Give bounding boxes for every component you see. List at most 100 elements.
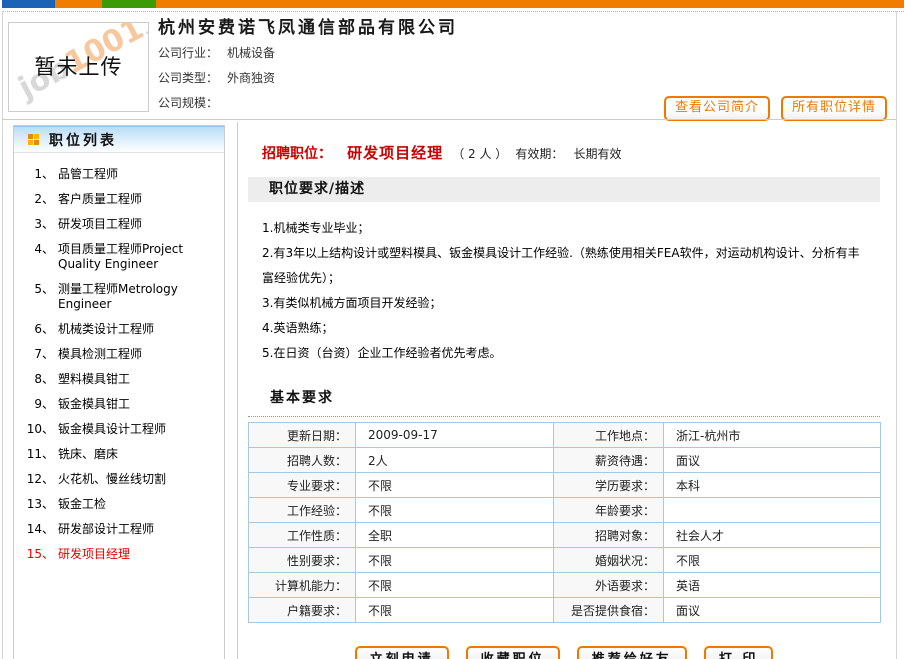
top-dotted-divider	[2, 11, 904, 12]
job-list: 1、品管工程师 2、客户质量工程师 3、研发项目工程师 4、项目质量工程师Pro…	[14, 153, 224, 567]
table-row: 工作性质： 全职 招聘对象： 社会人才	[249, 523, 881, 548]
apply-now-button[interactable]: 立刻申请	[355, 646, 449, 659]
description-line-5: 5.在日资（台资）企业工作经验者优先考虑。	[262, 341, 870, 366]
company-type-row: 公司类型：外商独资	[158, 70, 275, 95]
header-buttons: 查看公司简介 所有职位详情	[664, 96, 887, 121]
description-line-4: 4.英语熟练；	[262, 316, 870, 341]
job-nature-label: 工作性质：	[249, 523, 356, 548]
table-row: 招聘人数： 2人 薪资待遇： 面议	[249, 448, 881, 473]
company-industry-row: 公司行业： 机械设备	[158, 45, 275, 70]
foreign-language-label: 外语要求：	[554, 573, 664, 598]
work-location-value: 浙江-杭州市	[664, 423, 881, 448]
job-list-item-3[interactable]: 3、研发项目工程师	[14, 212, 224, 237]
job-list-title: 职位列表	[49, 130, 117, 150]
board-lodging-value: 面议	[664, 598, 881, 623]
job-header: 招聘职位： 研发项目经理 （ 2 人 ） 有效期： 长期有效	[248, 125, 880, 163]
company-logo-placeholder: job1001.com 暂未上传LOGO	[8, 22, 149, 112]
job-description: 1.机械类专业毕业； 2.有3年以上结构设计或塑料模具、钣金模具设计工作经验.（…	[248, 202, 880, 366]
company-industry-value: 机械设备	[227, 46, 275, 60]
computer-skill-value: 不限	[356, 573, 554, 598]
company-industry-label: 公司行业：	[158, 46, 218, 60]
table-row: 专业要求： 不限 学历要求： 本科	[249, 473, 881, 498]
recommend-to-friend-button[interactable]: 推荐给好友	[577, 646, 687, 659]
job-requirements-section-title: 职位要求/描述	[248, 177, 880, 202]
education-req-label: 学历要求：	[554, 473, 664, 498]
page-left-border	[2, 11, 3, 659]
update-date-value: 2009-09-17	[356, 423, 554, 448]
recruit-target-label: 招聘对象：	[554, 523, 664, 548]
table-row: 户籍要求： 不限 是否提供食宿： 面议	[249, 598, 881, 623]
job-list-header: 职位列表	[14, 126, 224, 153]
age-req-label: 年龄要求：	[554, 498, 664, 523]
job-title: 研发项目经理	[347, 144, 443, 162]
job-list-item-14[interactable]: 14、研发部设计工程师	[14, 517, 224, 542]
experience-req-value: 不限	[356, 498, 554, 523]
job-headcount: （ 2 人 ）	[452, 147, 507, 161]
all-jobs-detail-button[interactable]: 所有职位详情	[781, 96, 887, 121]
marital-status-label: 婚姻状况：	[554, 548, 664, 573]
job-list-item-4[interactable]: 4、项目质量工程师Project Quality Engineer	[14, 237, 224, 277]
job-list-item-6[interactable]: 6、机械类设计工程师	[14, 317, 224, 342]
validity-label: 有效期：	[515, 147, 563, 161]
job-list-item-10[interactable]: 10、钣金模具设计工程师	[14, 417, 224, 442]
board-lodging-label: 是否提供食宿：	[554, 598, 664, 623]
job-list-item-15-selected[interactable]: 15、研发项目经理	[14, 542, 224, 567]
company-name: 杭州安费诺飞凤通信部品有限公司	[158, 13, 458, 38]
job-list-item-5[interactable]: 5、测量工程师Metrology Engineer	[14, 277, 224, 317]
job-list-item-2[interactable]: 2、客户质量工程师	[14, 187, 224, 212]
salary-label: 薪资待遇：	[554, 448, 664, 473]
topbar-orange-segment-long	[156, 0, 904, 8]
headcount-value: 2人	[356, 448, 554, 473]
recruit-position-label: 招聘职位：	[262, 146, 332, 162]
description-line-3: 3.有类似机械方面项目开发经验；	[262, 291, 870, 316]
job-list-item-13[interactable]: 13、钣金工检	[14, 492, 224, 517]
topbar-blue-segment	[2, 0, 55, 8]
table-row: 性别要求： 不限 婚姻状况： 不限	[249, 548, 881, 573]
headcount-label: 招聘人数：	[249, 448, 356, 473]
top-color-bar	[2, 0, 904, 8]
job-detail-panel: 招聘职位： 研发项目经理 （ 2 人 ） 有效期： 长期有效 职位要求/描述 1…	[248, 125, 880, 659]
view-company-profile-button[interactable]: 查看公司简介	[664, 96, 770, 121]
education-req-value: 本科	[664, 473, 881, 498]
marital-status-value: 不限	[664, 548, 881, 573]
company-info: 公司行业： 机械设备 公司类型：外商独资 公司规模：	[158, 45, 275, 120]
company-type-value: 外商独资	[227, 71, 275, 85]
validity-value: 长期有效	[574, 147, 622, 161]
basic-requirements-title: 基本要求	[248, 387, 880, 417]
job-list-item-11[interactable]: 11、铣床、磨床	[14, 442, 224, 467]
job-list-item-1[interactable]: 1、品管工程师	[14, 162, 224, 187]
job-list-item-12[interactable]: 12、火花机、慢丝线切割	[14, 467, 224, 492]
grid-icon	[28, 134, 39, 145]
page: job1001.com 暂未上传LOGO 杭州安费诺飞凤通信部品有限公司 公司行…	[0, 0, 907, 659]
job-list-panel: 职位列表 1、品管工程师 2、客户质量工程师 3、研发项目工程师 4、项目质量工…	[13, 125, 225, 659]
computer-skill-label: 计算机能力：	[249, 573, 356, 598]
gender-req-value: 不限	[356, 548, 554, 573]
table-row: 计算机能力： 不限 外语要求： 英语	[249, 573, 881, 598]
basic-requirements-table: 更新日期： 2009-09-17 工作地点： 浙江-杭州市 招聘人数： 2人 薪…	[248, 422, 881, 623]
residency-req-value: 不限	[356, 598, 554, 623]
save-job-button[interactable]: 收藏职位	[466, 646, 560, 659]
foreign-language-value: 英语	[664, 573, 881, 598]
description-line-2: 2.有3年以上结构设计或塑料模具、钣金模具设计工作经验.（熟练使用相关FEA软件…	[262, 241, 870, 291]
salary-value: 面议	[664, 448, 881, 473]
major-req-label: 专业要求：	[249, 473, 356, 498]
job-nature-value: 全职	[356, 523, 554, 548]
action-buttons: 立刻申请 收藏职位 推荐给好友 打 印	[248, 646, 880, 659]
job-list-item-7[interactable]: 7、模具检测工程师	[14, 342, 224, 367]
job-list-item-9[interactable]: 9、钣金模具钳工	[14, 392, 224, 417]
work-location-label: 工作地点：	[554, 423, 664, 448]
update-date-label: 更新日期：	[249, 423, 356, 448]
residency-req-label: 户籍要求：	[249, 598, 356, 623]
topbar-green-segment	[102, 0, 156, 8]
company-size-row: 公司规模：	[158, 95, 275, 120]
logo-placeholder-text: 暂未上传LOGO	[9, 23, 148, 112]
recruit-target-value: 社会人才	[664, 523, 881, 548]
print-button[interactable]: 打 印	[704, 646, 774, 659]
description-line-1: 1.机械类专业毕业；	[262, 216, 870, 241]
experience-req-label: 工作经验：	[249, 498, 356, 523]
job-list-item-8[interactable]: 8、塑料模具钳工	[14, 367, 224, 392]
age-req-value	[664, 498, 881, 523]
major-req-value: 不限	[356, 473, 554, 498]
header-divider	[2, 119, 897, 120]
gender-req-label: 性别要求：	[249, 548, 356, 573]
